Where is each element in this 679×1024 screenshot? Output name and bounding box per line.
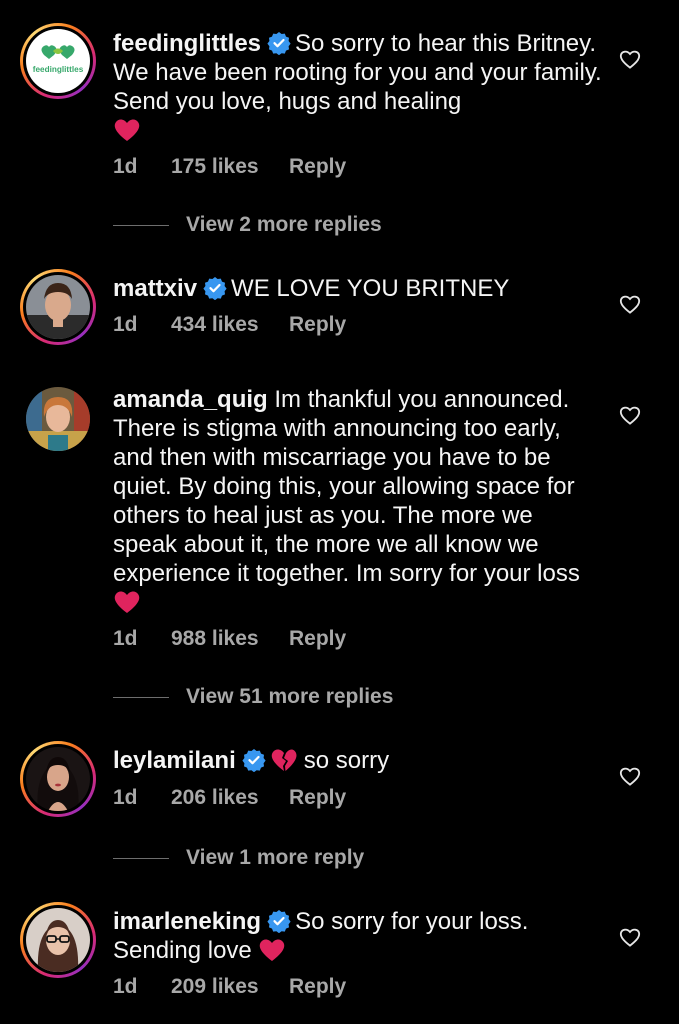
divider-line bbox=[113, 857, 169, 859]
divider-line bbox=[113, 696, 169, 698]
red-heart-emoji-icon bbox=[114, 119, 140, 141]
reply-button[interactable]: Reply bbox=[289, 155, 346, 179]
like-heart-icon[interactable] bbox=[619, 49, 641, 69]
comment-meta: 1d 206 likes Reply bbox=[113, 786, 346, 810]
comment-meta: 1d 175 likes Reply bbox=[113, 155, 346, 179]
comment-time: 1d bbox=[113, 786, 138, 809]
comment-username[interactable]: mattxiv bbox=[113, 275, 197, 302]
reply-button[interactable]: Reply bbox=[289, 313, 346, 337]
comment-body: imarleneking So sorry for your loss. Send… bbox=[113, 907, 603, 965]
comment-time: 1d bbox=[113, 627, 138, 650]
red-heart-emoji-icon bbox=[114, 591, 140, 613]
comment-likes[interactable]: 434 likes bbox=[171, 313, 289, 337]
comment-likes[interactable]: 209 likes bbox=[171, 975, 289, 999]
profile-photo-icon bbox=[26, 747, 90, 811]
comment-meta: 1d 209 likes Reply bbox=[113, 975, 346, 999]
profile-photo-icon bbox=[26, 275, 90, 339]
avatar[interactable] bbox=[20, 381, 96, 457]
view-replies-label: View 1 more reply bbox=[186, 846, 365, 869]
verified-badge-icon bbox=[267, 910, 291, 933]
like-heart-icon[interactable] bbox=[619, 766, 641, 786]
profile-photo-icon bbox=[26, 908, 90, 972]
comment-meta: 1d 434 likes Reply bbox=[113, 313, 346, 337]
like-heart-icon[interactable] bbox=[619, 927, 641, 947]
verified-badge-icon bbox=[267, 32, 291, 55]
comment-body: mattxiv WE LOVE YOU BRITNEY bbox=[113, 274, 603, 303]
avatar[interactable]: feedinglittles bbox=[20, 23, 96, 99]
comment-meta: 1d 988 likes Reply bbox=[113, 627, 346, 651]
comment-username[interactable]: feedinglittles bbox=[113, 30, 261, 57]
avatar-logo-text: feedinglittles bbox=[33, 65, 84, 74]
reply-button[interactable]: Reply bbox=[289, 975, 346, 999]
comment-time: 1d bbox=[113, 313, 138, 336]
avatar[interactable] bbox=[20, 269, 96, 345]
verified-badge-icon bbox=[203, 277, 227, 300]
avatar[interactable] bbox=[20, 741, 96, 817]
comment-likes[interactable]: 206 likes bbox=[171, 786, 289, 810]
feedinglittles-logo-icon: feedinglittles bbox=[26, 29, 90, 93]
comment-likes[interactable]: 988 likes bbox=[171, 627, 289, 651]
comment-body: leylamilani so sorry bbox=[113, 746, 603, 775]
comment-username[interactable]: amanda_quig bbox=[113, 386, 268, 413]
comment-text: WE LOVE YOU BRITNEY bbox=[231, 275, 510, 302]
divider-line bbox=[113, 224, 169, 226]
view-more-replies-button[interactable]: View 51 more replies bbox=[113, 685, 393, 709]
comment-text: Im thankful you announced. There is stig… bbox=[113, 386, 580, 587]
view-replies-label: View 51 more replies bbox=[186, 685, 394, 708]
reply-button[interactable]: Reply bbox=[289, 627, 346, 651]
view-replies-label: View 2 more replies bbox=[186, 213, 382, 236]
comment-body: amanda_quig Im thankful you announced. T… bbox=[113, 385, 603, 617]
like-heart-icon[interactable] bbox=[619, 294, 641, 314]
comment-time: 1d bbox=[113, 975, 138, 998]
verified-badge-icon bbox=[242, 749, 266, 772]
comment-username[interactable]: leylamilani bbox=[113, 747, 236, 774]
comment-text: so sorry bbox=[303, 747, 390, 774]
comment-time: 1d bbox=[113, 155, 138, 178]
red-heart-emoji-icon bbox=[260, 939, 285, 961]
comment-body: feedinglittles So sorry to hear this Brit… bbox=[113, 29, 603, 145]
like-heart-icon[interactable] bbox=[619, 405, 641, 425]
broken-heart-emoji-icon bbox=[271, 749, 297, 771]
comment-likes[interactable]: 175 likes bbox=[171, 155, 289, 179]
view-more-replies-button[interactable]: View 1 more reply bbox=[113, 846, 364, 870]
view-more-replies-button[interactable]: View 2 more replies bbox=[113, 213, 382, 237]
comment-username[interactable]: imarleneking bbox=[113, 908, 261, 935]
profile-photo-icon bbox=[26, 387, 90, 451]
avatar[interactable] bbox=[20, 902, 96, 978]
reply-button[interactable]: Reply bbox=[289, 786, 346, 810]
